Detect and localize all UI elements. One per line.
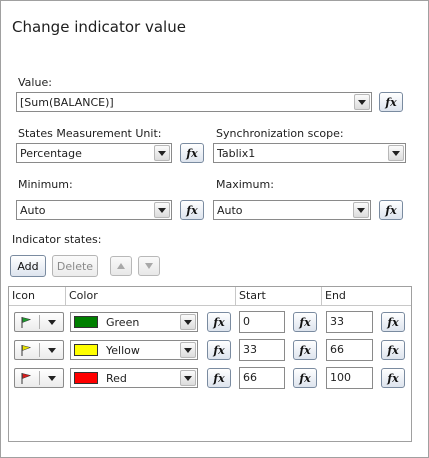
color-picker[interactable]: Red bbox=[70, 368, 198, 388]
color-swatch bbox=[74, 344, 98, 356]
arrow-up-icon bbox=[117, 263, 125, 269]
start-value-input[interactable]: 66 bbox=[239, 367, 285, 389]
minimum-label: Minimum: bbox=[18, 178, 73, 191]
sync-scope-dropdown-text: Tablix1 bbox=[217, 146, 256, 160]
color-name: Yellow bbox=[106, 343, 140, 357]
add-state-button[interactable]: Add bbox=[10, 255, 46, 277]
start-expression-button[interactable]: fx bbox=[293, 340, 317, 360]
color-swatch bbox=[74, 316, 98, 328]
minimum-dropdown[interactable]: Auto bbox=[16, 200, 172, 220]
column-header-end: End bbox=[322, 287, 411, 306]
chevron-down-icon[interactable] bbox=[40, 319, 63, 325]
chevron-down-icon[interactable] bbox=[388, 145, 404, 161]
green-flag-icon bbox=[15, 314, 37, 330]
color-name: Red bbox=[106, 371, 127, 385]
delete-state-button[interactable]: Delete bbox=[52, 255, 98, 277]
sync-scope-label: Synchronization scope: bbox=[216, 127, 344, 140]
end-expression-button[interactable]: fx bbox=[381, 312, 405, 332]
icon-picker[interactable] bbox=[14, 340, 64, 360]
value-dropdown-text: [Sum(BALANCE)] bbox=[20, 95, 114, 109]
minimum-dropdown-text: Auto bbox=[20, 203, 46, 217]
start-value-input[interactable]: 33 bbox=[239, 339, 285, 361]
color-picker[interactable]: Green bbox=[70, 312, 198, 332]
chevron-down-icon[interactable] bbox=[353, 202, 369, 218]
start-value-input[interactable]: 0 bbox=[239, 311, 285, 333]
sync-scope-dropdown[interactable]: Tablix1 bbox=[213, 143, 406, 163]
color-expression-button[interactable]: fx bbox=[207, 312, 231, 332]
color-swatch bbox=[74, 372, 98, 384]
end-expression-button[interactable]: fx bbox=[381, 340, 405, 360]
value-label: Value: bbox=[18, 76, 52, 89]
end-expression-button[interactable]: fx bbox=[381, 368, 405, 388]
states-unit-label: States Measurement Unit: bbox=[18, 127, 162, 140]
value-expression-button[interactable]: fx bbox=[379, 92, 403, 112]
end-value-input[interactable]: 100 bbox=[326, 367, 373, 389]
minimum-expression-button[interactable]: fx bbox=[180, 200, 204, 220]
maximum-dropdown-text: Auto bbox=[217, 203, 243, 217]
column-header-icon: Icon bbox=[9, 287, 66, 306]
end-value-input[interactable]: 66 bbox=[326, 339, 373, 361]
chevron-down-icon[interactable] bbox=[154, 145, 170, 161]
start-expression-button[interactable]: fx bbox=[293, 312, 317, 332]
move-up-button[interactable] bbox=[110, 256, 132, 276]
end-value-input[interactable]: 33 bbox=[326, 311, 373, 333]
chevron-down-icon[interactable] bbox=[180, 314, 196, 330]
chevron-down-icon[interactable] bbox=[354, 94, 370, 110]
color-expression-button[interactable]: fx bbox=[207, 340, 231, 360]
color-name: Green bbox=[106, 315, 140, 329]
states-unit-expression-button[interactable]: fx bbox=[180, 143, 204, 163]
icon-picker[interactable] bbox=[14, 368, 64, 388]
states-unit-dropdown[interactable]: Percentage bbox=[16, 143, 172, 163]
chevron-down-icon[interactable] bbox=[154, 202, 170, 218]
maximum-expression-button[interactable]: fx bbox=[379, 200, 403, 220]
icon-picker[interactable] bbox=[14, 312, 64, 332]
chevron-down-icon[interactable] bbox=[40, 375, 63, 381]
color-picker[interactable]: Yellow bbox=[70, 340, 198, 360]
maximum-dropdown[interactable]: Auto bbox=[213, 200, 371, 220]
chevron-down-icon[interactable] bbox=[180, 342, 196, 358]
chevron-down-icon[interactable] bbox=[40, 347, 63, 353]
arrow-down-icon bbox=[145, 263, 153, 269]
states-unit-dropdown-text: Percentage bbox=[20, 146, 82, 160]
column-header-start: Start bbox=[236, 287, 322, 306]
indicator-states-grid: Icon Color Start End Green fx 0 fx 33 fx… bbox=[8, 286, 412, 442]
maximum-label: Maximum: bbox=[216, 178, 274, 191]
color-expression-button[interactable]: fx bbox=[207, 368, 231, 388]
value-dropdown[interactable]: [Sum(BALANCE)] bbox=[16, 92, 372, 112]
yellow-flag-icon bbox=[15, 342, 37, 358]
dialog-title: Change indicator value bbox=[12, 18, 186, 36]
chevron-down-icon[interactable] bbox=[180, 370, 196, 386]
start-expression-button[interactable]: fx bbox=[293, 368, 317, 388]
move-down-button[interactable] bbox=[138, 256, 160, 276]
indicator-states-label: Indicator states: bbox=[12, 233, 102, 246]
red-flag-icon bbox=[15, 370, 37, 386]
column-header-color: Color bbox=[66, 287, 236, 306]
